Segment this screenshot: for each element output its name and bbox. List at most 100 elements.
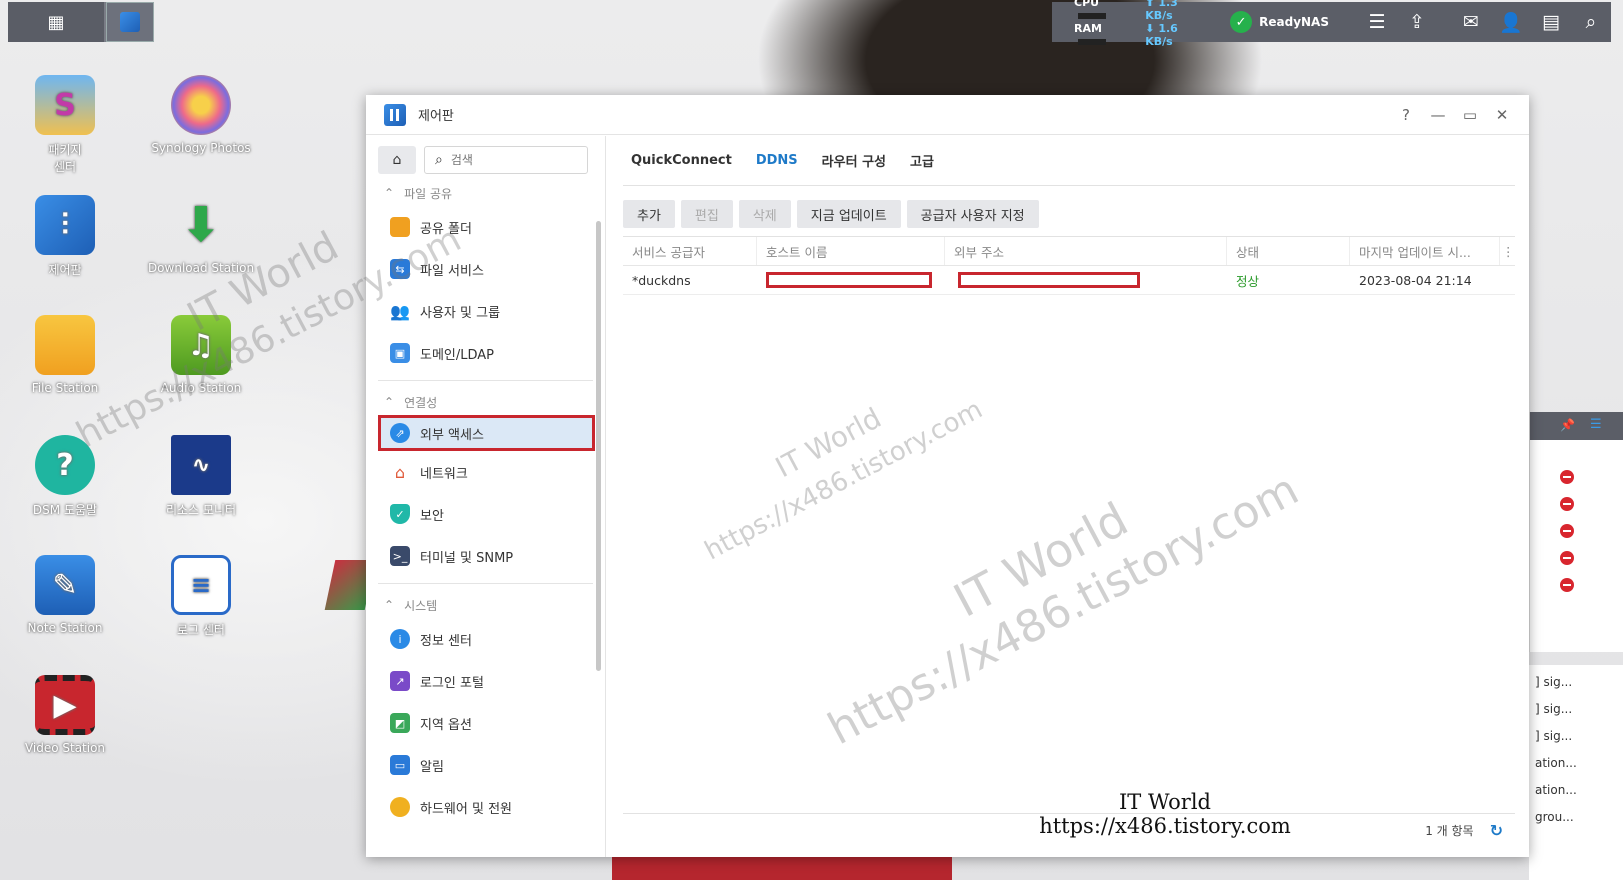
- check-icon: ✓: [1230, 11, 1253, 33]
- window-titlebar[interactable]: 제어판 ? — ▭ ✕: [366, 95, 1529, 135]
- folder-icon: [35, 315, 95, 375]
- grid-icon: ▦: [47, 11, 65, 33]
- desktop-icon-label: File Station: [31, 381, 99, 395]
- desktop-icon-log-center[interactable]: ≡ 로그 센터: [146, 555, 256, 638]
- desktop-icon-note-station[interactable]: ✎ Note Station: [10, 555, 120, 635]
- column-header-provider[interactable]: 서비스 공급자: [623, 237, 757, 265]
- sidebar-item-label: 지역 옵션: [420, 717, 472, 733]
- close-button[interactable]: ✕: [1489, 102, 1515, 128]
- notification-panel: 📌 ☰: [1529, 412, 1623, 652]
- remove-icon[interactable]: [1560, 470, 1574, 484]
- main-menu-button[interactable]: ▦: [8, 2, 106, 42]
- ram-label: RAM: [1074, 22, 1102, 35]
- column-header-hostname[interactable]: 호스트 이름: [757, 237, 945, 265]
- desktop-icon-control-panel[interactable]: ⫶ 제어판: [10, 195, 120, 278]
- sidebar-item-external-access[interactable]: ⇗ 외부 액세스: [378, 415, 595, 451]
- sidebar-item-info-center[interactable]: i 정보 센터: [366, 618, 605, 660]
- help-button[interactable]: ?: [1393, 102, 1419, 128]
- sidebar-item-label: 네트워크: [420, 466, 468, 482]
- add-button[interactable]: 추가: [623, 200, 675, 228]
- minimize-button[interactable]: —: [1425, 102, 1451, 128]
- sidebar-item-domain-ldap[interactable]: ▣ 도메인/LDAP: [366, 332, 605, 374]
- sidebar: ⌂ ⌕ ⌃ 파일 공유 공유 폴더 ⇆ 파일 서비스 👥 사용자 및 그룹 ▣ …: [366, 136, 606, 857]
- help-icon: ?: [35, 435, 95, 495]
- log-panel: ] sig... ] sig... ] sig... ation... atio…: [1529, 665, 1623, 880]
- section-label: 파일 공유: [404, 186, 453, 201]
- desktop-icon-synology-photos[interactable]: Synology Photos: [146, 75, 256, 155]
- column-header-external-address[interactable]: 외부 주소: [945, 237, 1227, 265]
- resource-meter[interactable]: CPU RAM: [1074, 0, 1129, 48]
- remove-icon[interactable]: [1560, 578, 1574, 592]
- sidebar-item-security[interactable]: ✓ 보안: [366, 493, 605, 535]
- cpu-label: CPU: [1074, 0, 1100, 9]
- refresh-icon[interactable]: ↻: [1490, 821, 1503, 840]
- upload-queue-icon[interactable]: ⇪: [1397, 2, 1437, 42]
- table-row[interactable]: *duckdns 정상 2023-08-04 21:14: [623, 266, 1515, 295]
- desktop-icon-resource-monitor[interactable]: ∿ 리소스 모니터: [146, 435, 256, 518]
- maximize-button[interactable]: ▭: [1457, 102, 1483, 128]
- desktop-icon-file-station[interactable]: File Station: [10, 315, 120, 395]
- delete-button[interactable]: 삭제: [738, 200, 791, 228]
- tab-router-config[interactable]: 라우터 구성: [822, 151, 886, 170]
- sidebar-item-regional[interactable]: ◩ 지역 옵션: [366, 702, 605, 744]
- photos-icon: [171, 75, 231, 135]
- remove-icon[interactable]: [1560, 524, 1574, 538]
- search-icon[interactable]: ⌕: [1571, 2, 1611, 42]
- sidebar-item-login-portal[interactable]: ↗ 로그인 포털: [366, 660, 605, 702]
- file-services-icon: ⇆: [390, 259, 410, 279]
- log-line: ation...: [1535, 756, 1577, 770]
- divider: [378, 380, 593, 381]
- sidebar-item-network[interactable]: ⌂ 네트워크: [366, 451, 605, 493]
- storage-icon[interactable]: ☰: [1357, 2, 1397, 42]
- section-system[interactable]: ⌃ 시스템: [366, 592, 605, 618]
- sidebar-item-shared-folder[interactable]: 공유 폴더: [366, 206, 605, 248]
- external-access-icon: ⇗: [390, 423, 410, 443]
- search-input[interactable]: [450, 153, 571, 167]
- section-file-sharing[interactable]: ⌃ 파일 공유: [366, 180, 605, 206]
- panel-menu-icon[interactable]: ☰: [1590, 417, 1602, 432]
- desktop-icon-dsm-help[interactable]: ? DSM 도움말: [10, 435, 120, 518]
- custom-provider-button[interactable]: 공급자 사용자 지정: [906, 200, 1039, 228]
- sidebar-item-hardware-power[interactable]: 하드웨어 및 전원: [366, 786, 605, 828]
- sidebar-item-file-services[interactable]: ⇆ 파일 서비스: [366, 248, 605, 290]
- section-connectivity[interactable]: ⌃ 연결성: [366, 389, 605, 415]
- remove-icon[interactable]: [1560, 551, 1574, 565]
- sidebar-item-terminal-snmp[interactable]: >_ 터미널 및 SNMP: [366, 535, 605, 577]
- home-button[interactable]: ⌂: [378, 146, 416, 174]
- chat-icon[interactable]: ✉: [1451, 2, 1491, 42]
- ram-meter: [1078, 39, 1106, 45]
- tab-advanced[interactable]: 고급: [910, 151, 934, 170]
- sidebar-item-notification[interactable]: ▭ 알림: [366, 744, 605, 786]
- chevron-up-icon: ⌃: [384, 598, 395, 612]
- edit-button[interactable]: 편집: [680, 200, 733, 228]
- ddns-table: 서비스 공급자 호스트 이름 외부 주소 상태 마지막 업데이트 시... ⋮ …: [623, 236, 1515, 295]
- update-now-button[interactable]: 지금 업데이트: [796, 200, 901, 228]
- column-header-status[interactable]: 상태: [1227, 237, 1350, 265]
- pin-icon[interactable]: 📌: [1560, 418, 1575, 432]
- search-box[interactable]: ⌕: [424, 146, 588, 174]
- control-panel-icon: ⫶: [35, 195, 95, 255]
- taskbar-control-panel-button[interactable]: [106, 2, 154, 42]
- desktop-icon-label: 리소스 모니터: [165, 503, 237, 517]
- widgets-icon[interactable]: ▤: [1531, 2, 1571, 42]
- cell-provider: *duckdns: [632, 272, 691, 288]
- sidebar-item-user-group[interactable]: 👥 사용자 및 그룹: [366, 290, 605, 332]
- nas-status[interactable]: ✓ ReadyNAS: [1230, 11, 1329, 33]
- desktop-icon-label: Note Station: [27, 621, 103, 635]
- log-line: ] sig...: [1535, 729, 1573, 743]
- tab-ddns[interactable]: DDNS: [756, 153, 798, 168]
- sidebar-scrollbar[interactable]: [596, 221, 601, 671]
- column-header-last-update[interactable]: 마지막 업데이트 시...: [1350, 237, 1500, 265]
- remove-icon[interactable]: [1560, 497, 1574, 511]
- taskbar-right: CPU RAM ⬆ 1.3 KB/s ⬇ 1.6 KB/s ✓ ReadyNAS…: [1052, 0, 1611, 48]
- search-icon: ⌕: [435, 152, 443, 168]
- desktop-icon-download-station[interactable]: ⬇ Download Station: [146, 195, 256, 275]
- tab-quickconnect[interactable]: QuickConnect: [631, 153, 732, 168]
- column-menu-icon[interactable]: ⋮: [1500, 237, 1514, 265]
- desktop-icon-package-center[interactable]: S 패키지 센터: [10, 75, 120, 175]
- sidebar-item-label: 파일 서비스: [420, 263, 484, 279]
- desktop-icon-video-station[interactable]: ▶ Video Station: [10, 675, 120, 755]
- log-line: ] sig...: [1535, 702, 1573, 716]
- user-icon[interactable]: 👤: [1491, 2, 1531, 42]
- desktop-icon-audio-station[interactable]: ♫ Audio Station: [146, 315, 256, 395]
